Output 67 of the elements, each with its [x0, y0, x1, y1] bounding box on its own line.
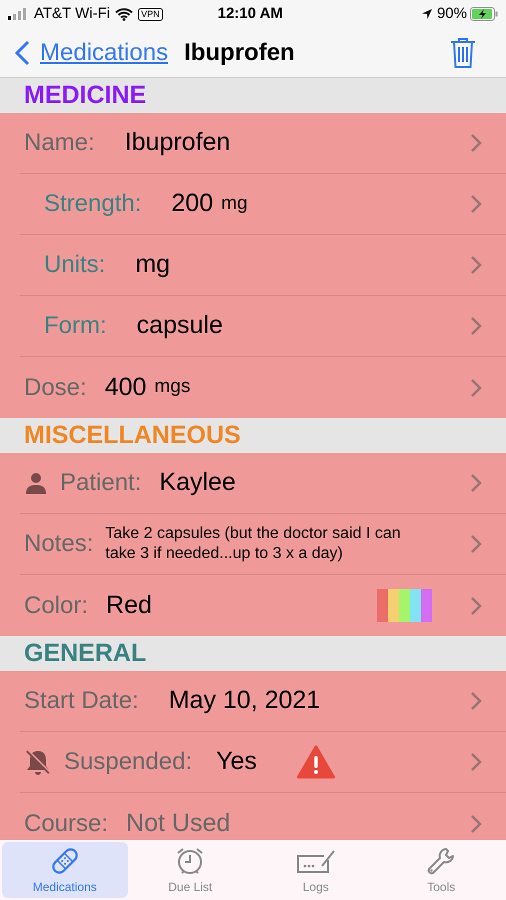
chevron-right-icon	[470, 691, 482, 711]
list-row[interactable]: Color: Red	[20, 575, 506, 636]
section-header: MEDICINE	[24, 80, 146, 111]
field-label: Strength:	[44, 189, 142, 219]
field-label: Color:	[24, 590, 88, 620]
alarm-clock-icon	[175, 846, 206, 876]
field-value: May 10, 2021	[168, 685, 320, 716]
bandage-icon	[50, 846, 80, 876]
color-swatch-strip	[377, 589, 432, 622]
warning-icon	[296, 745, 335, 779]
battery-text: 90%	[436, 4, 467, 24]
back-button[interactable]: Medications	[14, 34, 168, 70]
list-row[interactable]: Notes: Take 2 capsules (but the doctor said I can take 3 if needed...up to 3 x a day)	[20, 514, 506, 575]
field-value: mg	[135, 249, 170, 280]
section-header: GENERAL	[24, 638, 146, 669]
list-row[interactable]: Patient: Kaylee	[20, 453, 506, 514]
list-row[interactable]: Dose: 400 mgs	[20, 357, 506, 418]
chevron-right-icon	[470, 473, 482, 493]
field-label: Units:	[44, 250, 106, 280]
field-value: 400	[104, 372, 146, 403]
notes-text: Take 2 capsules (but the doctor said I can take 3 if needed...up to 3 x a day)	[105, 524, 402, 564]
wrench-icon	[426, 846, 456, 876]
field-value: Not Used	[126, 808, 230, 839]
field-label: Suspended:	[64, 747, 192, 777]
clock-text: 12:10 AM	[218, 4, 283, 24]
vpn-badge: VPN	[138, 8, 163, 20]
wifi-icon	[115, 8, 134, 20]
section-header: MISCELLANEOUS	[24, 420, 241, 451]
field-label: Patient:	[60, 468, 142, 498]
list-row[interactable]: Start Date: May 10, 2021	[20, 671, 506, 732]
list-row[interactable]: Suspended: Yes	[20, 732, 506, 793]
field-value: Yes	[216, 746, 257, 778]
list-row[interactable]: Strength: 200 mg	[20, 174, 506, 235]
chevron-left-icon	[14, 40, 30, 66]
unit-text: mgs	[154, 375, 190, 400]
location-icon	[420, 8, 433, 20]
bell-slash-icon	[24, 748, 52, 776]
list-row[interactable]: Form: capsule	[20, 296, 506, 357]
field-label: Course:	[24, 808, 108, 838]
chevron-right-icon	[470, 378, 482, 398]
screen-title: Ibuprofen	[184, 38, 295, 68]
chevron-right-icon	[470, 133, 482, 153]
person-icon	[24, 471, 48, 495]
unit-text: mg	[221, 192, 248, 216]
field-value: 200	[171, 188, 214, 220]
chevron-right-icon	[470, 316, 482, 336]
chevron-right-icon	[470, 194, 482, 214]
chevron-right-icon	[470, 752, 482, 772]
chevron-right-icon	[470, 596, 482, 616]
field-value: Ibuprofen	[124, 127, 230, 158]
field-label: Start Date:	[24, 686, 139, 716]
field-label: Name:	[24, 128, 95, 158]
field-value: Kaylee	[159, 467, 236, 498]
keyboard-pen-icon	[296, 848, 336, 876]
field-label: Notes:	[24, 529, 94, 559]
chevron-right-icon	[470, 814, 482, 834]
battery-charging-icon	[470, 7, 498, 21]
carrier-text: AT&T Wi-Fi	[34, 4, 110, 24]
list-row[interactable]: Name: Ibuprofen	[20, 113, 506, 174]
field-label: Dose:	[24, 372, 87, 402]
field-value: capsule	[136, 310, 223, 342]
chevron-right-icon	[470, 534, 482, 554]
chevron-right-icon	[470, 255, 482, 275]
list-row[interactable]: Units: mg	[20, 235, 506, 296]
field-label: Form:	[44, 311, 107, 341]
trash-icon[interactable]	[450, 36, 476, 68]
field-value: Red	[106, 590, 152, 621]
